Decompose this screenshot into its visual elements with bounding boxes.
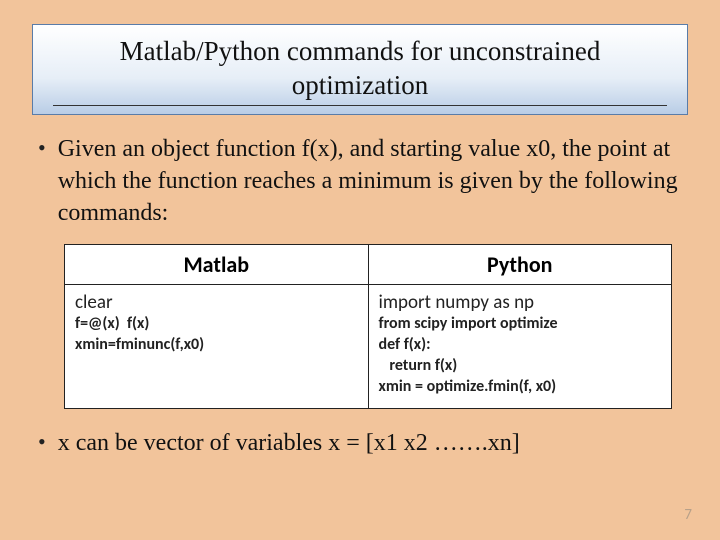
python-line-3: def f(x): — [379, 335, 662, 356]
slide-title: Matlab/Python commands for unconstrained… — [53, 35, 667, 106]
bullet-text-1: Given an object function f(x), and start… — [58, 133, 688, 230]
header-matlab: Matlab — [65, 244, 369, 284]
table-code-row: clear f=@(x) f(x) xmin=fminunc(f,x0) imp… — [65, 284, 672, 408]
header-python: Python — [368, 244, 672, 284]
bullet-marker: • — [38, 133, 46, 163]
python-line-1: import numpy as np — [379, 291, 662, 315]
bullet-marker: • — [38, 427, 46, 457]
table-header-row: Matlab Python — [65, 244, 672, 284]
matlab-line-2: f=@(x) f(x) — [75, 314, 358, 335]
python-cell: import numpy as np from scipy import opt… — [368, 284, 672, 408]
python-line-2: from scipy import optimize — [379, 314, 662, 335]
matlab-line-3: xmin=fminunc(f,x0) — [75, 335, 358, 356]
slide-title-box: Matlab/Python commands for unconstrained… — [32, 24, 688, 115]
code-comparison-table: Matlab Python clear f=@(x) f(x) xmin=fmi… — [64, 244, 672, 409]
matlab-line-1: clear — [75, 291, 358, 315]
bullet-text-2: x can be vector of variables x = [x1 x2 … — [58, 427, 520, 459]
matlab-cell: clear f=@(x) f(x) xmin=fminunc(f,x0) — [65, 284, 369, 408]
python-line-4: return f(x) — [379, 356, 662, 377]
bullet-item-1: • Given an object function f(x), and sta… — [38, 133, 688, 230]
python-line-5: xmin = optimize.fmin(f, x0) — [379, 377, 662, 398]
bullet-item-2: • x can be vector of variables x = [x1 x… — [38, 427, 688, 459]
page-number: 7 — [684, 506, 692, 524]
